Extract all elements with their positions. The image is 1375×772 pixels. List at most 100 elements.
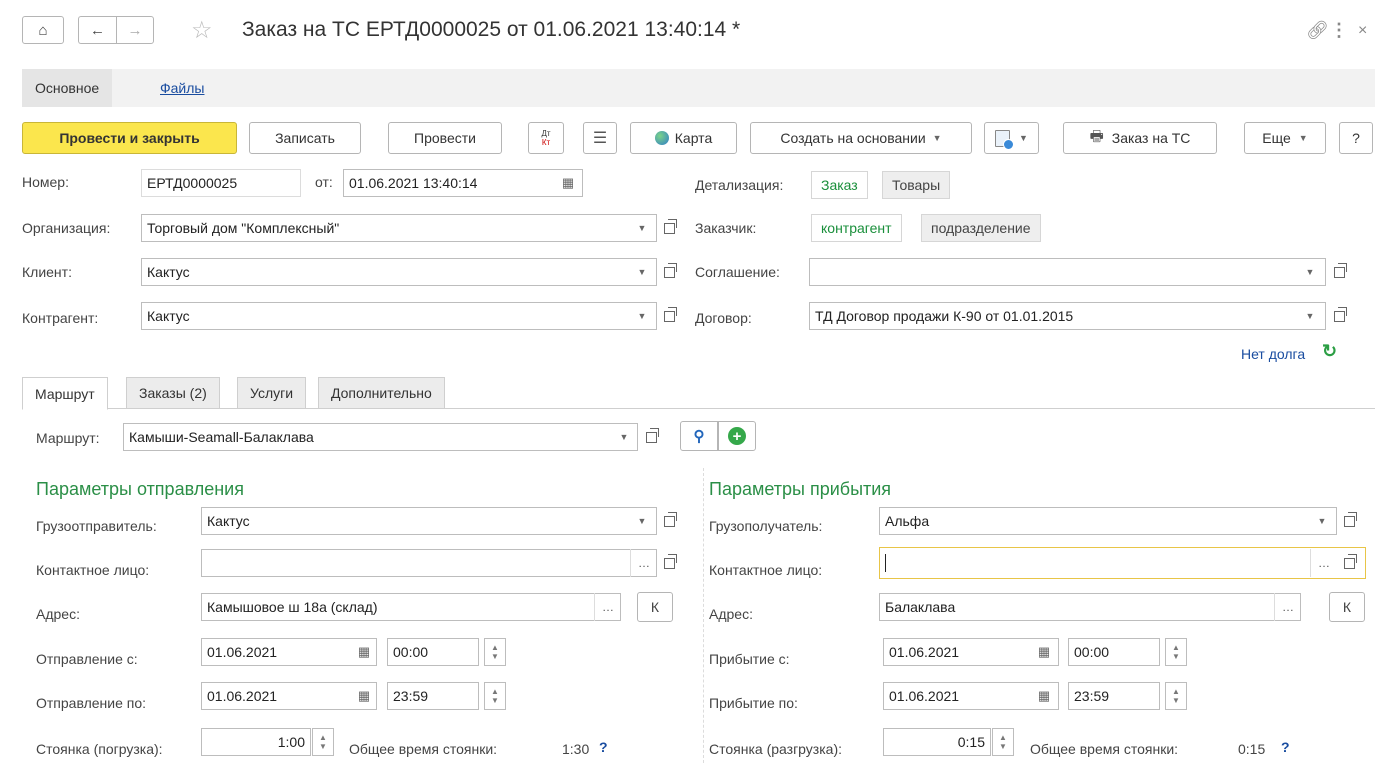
departure-from-time-spinner[interactable]: ▲ ▼ bbox=[484, 638, 506, 666]
departure-contact-open-icon[interactable] bbox=[657, 549, 681, 577]
loading-stop-spinner[interactable]: ▲ ▼ bbox=[312, 728, 334, 756]
departure-from-time-field[interactable]: 00:00 bbox=[387, 638, 479, 666]
shipper-field[interactable]: Кактус bbox=[201, 507, 657, 535]
calendar-icon[interactable]: ▦ bbox=[353, 682, 375, 710]
arrow-right-icon: → bbox=[127, 21, 143, 39]
link-icon[interactable]: 🔗︎ bbox=[1306, 20, 1329, 41]
organization-label: Организация: bbox=[22, 220, 111, 236]
consignee-open-icon[interactable] bbox=[1337, 507, 1361, 535]
route-add-button[interactable]: + bbox=[718, 421, 756, 451]
shipper-dropdown-icon[interactable]: ▼ bbox=[630, 507, 654, 535]
route-dropdown-icon[interactable]: ▼ bbox=[612, 423, 636, 451]
help-button[interactable]: ? bbox=[1339, 122, 1373, 154]
dtkt-button[interactable]: Дт Кт bbox=[528, 122, 564, 154]
tab-main[interactable]: Основное bbox=[22, 69, 113, 107]
post-and-close-button[interactable]: Провести и закрыть bbox=[22, 122, 237, 154]
consignee-dropdown-icon[interactable]: ▼ bbox=[1310, 507, 1334, 535]
customer-option-counterparty[interactable]: контрагент bbox=[811, 214, 902, 242]
print-order-ts-label: Заказ на ТС bbox=[1111, 130, 1191, 146]
date-field[interactable]: 01.06.2021 13:40:14 bbox=[343, 169, 583, 197]
refresh-icon[interactable]: ↻ bbox=[1322, 341, 1337, 362]
form-tabs-underline bbox=[22, 408, 1375, 409]
departure-address-field[interactable]: Камышовое ш 18а (склад) bbox=[201, 593, 621, 621]
tab-services[interactable]: Услуги bbox=[237, 377, 307, 409]
number-field[interactable]: ЕРТД0000025 bbox=[141, 169, 301, 197]
calendar-icon[interactable]: ▦ bbox=[1033, 682, 1055, 710]
organization-dropdown-icon[interactable]: ▼ bbox=[630, 214, 654, 242]
route-field[interactable]: Камыши-Seamall-Балаклава bbox=[123, 423, 638, 451]
departure-contact-field[interactable] bbox=[201, 549, 657, 577]
more-vertical-icon[interactable]: ⋮ bbox=[1330, 20, 1348, 41]
tab-orders[interactable]: Заказы (2) bbox=[126, 377, 220, 409]
write-button[interactable]: Записать bbox=[249, 122, 361, 154]
departure-to-date-field[interactable]: 01.06.2021 bbox=[201, 682, 377, 710]
debt-status-link[interactable]: Нет долга bbox=[1241, 346, 1305, 362]
departure-address-select-icon[interactable]: … bbox=[594, 593, 621, 621]
unloading-stop-spinner[interactable]: ▲ ▼ bbox=[992, 728, 1014, 756]
map-button[interactable]: Карта bbox=[630, 122, 737, 154]
home-button[interactable]: ⌂ bbox=[22, 16, 64, 44]
client-open-icon[interactable] bbox=[657, 258, 681, 286]
customer-option-department[interactable]: подразделение bbox=[921, 214, 1041, 242]
arrival-to-time-spinner[interactable]: ▲ ▼ bbox=[1165, 682, 1187, 710]
departure-from-date-field[interactable]: 01.06.2021 bbox=[201, 638, 377, 666]
arrival-section-title: Параметры прибытия bbox=[709, 479, 892, 499]
arrival-to-time-field[interactable]: 23:59 bbox=[1068, 682, 1160, 710]
calendar-icon[interactable]: ▦ bbox=[353, 638, 375, 666]
departure-contact-select-icon[interactable]: … bbox=[630, 549, 657, 577]
calendar-icon[interactable]: ▦ bbox=[557, 169, 579, 197]
arrival-from-time-field[interactable]: 00:00 bbox=[1068, 638, 1160, 666]
contract-dropdown-icon[interactable]: ▼ bbox=[1298, 302, 1322, 330]
back-button[interactable]: ← bbox=[78, 16, 116, 44]
forward-button[interactable]: → bbox=[116, 16, 154, 44]
departure-total-stop-help[interactable]: ? bbox=[599, 739, 608, 755]
shipper-open-icon[interactable] bbox=[657, 507, 681, 535]
reports-dropdown-button[interactable]: ▼ bbox=[984, 122, 1039, 154]
counterparty-field[interactable]: Кактус bbox=[141, 302, 657, 330]
favorite-star-icon[interactable]: ☆ bbox=[191, 16, 213, 45]
arrival-address-select-icon[interactable]: … bbox=[1274, 593, 1301, 621]
calendar-icon[interactable]: ▦ bbox=[1033, 638, 1055, 666]
customer-label: Заказчик: bbox=[695, 220, 757, 236]
organization-open-icon[interactable] bbox=[657, 214, 681, 242]
counterparty-dropdown-icon[interactable]: ▼ bbox=[630, 302, 654, 330]
print-order-ts-button[interactable]: 🖶︎ Заказ на ТС bbox=[1063, 122, 1217, 154]
counterparty-open-icon[interactable] bbox=[657, 302, 681, 330]
more-button[interactable]: Еще ▼ bbox=[1244, 122, 1326, 154]
arrival-contact-open-icon[interactable] bbox=[1337, 549, 1361, 577]
detail-option-order[interactable]: Заказ bbox=[811, 171, 868, 199]
loading-stop-field[interactable]: 1:00 bbox=[201, 728, 311, 756]
close-icon[interactable]: × bbox=[1358, 22, 1367, 40]
contract-field[interactable]: ТД Договор продажи К-90 от 01.01.2015 bbox=[809, 302, 1326, 330]
departure-to-time-spinner[interactable]: ▲ ▼ bbox=[484, 682, 506, 710]
route-search-button[interactable]: ⚲ bbox=[680, 421, 718, 451]
tab-files[interactable]: Файлы bbox=[160, 69, 204, 107]
arrival-from-time-spinner[interactable]: ▲ ▼ bbox=[1165, 638, 1187, 666]
tab-additional[interactable]: Дополнительно bbox=[318, 377, 445, 409]
agreement-open-icon[interactable] bbox=[1327, 258, 1351, 286]
arrival-contact-field[interactable] bbox=[879, 547, 1366, 579]
agreement-field[interactable] bbox=[809, 258, 1326, 286]
list-report-button[interactable]: ☰ bbox=[583, 122, 617, 154]
consignee-field[interactable]: Альфа bbox=[879, 507, 1337, 535]
arrival-address-field[interactable]: Балаклава bbox=[879, 593, 1301, 621]
departure-address-k-button[interactable]: К bbox=[637, 592, 673, 622]
client-field[interactable]: Кактус bbox=[141, 258, 657, 286]
contract-open-icon[interactable] bbox=[1327, 302, 1351, 330]
agreement-dropdown-icon[interactable]: ▼ bbox=[1298, 258, 1322, 286]
client-dropdown-icon[interactable]: ▼ bbox=[630, 258, 654, 286]
detail-option-goods[interactable]: Товары bbox=[882, 171, 951, 199]
post-button[interactable]: Провести bbox=[388, 122, 502, 154]
route-open-icon[interactable] bbox=[639, 423, 663, 451]
departure-to-time-field[interactable]: 23:59 bbox=[387, 682, 479, 710]
consignee-label: Грузополучатель: bbox=[709, 518, 823, 534]
unloading-stop-field[interactable]: 0:15 bbox=[883, 728, 991, 756]
tab-route[interactable]: Маршрут bbox=[22, 377, 108, 410]
organization-field[interactable]: Торговый дом "Комплексный" bbox=[141, 214, 657, 242]
departure-address-label: Адрес: bbox=[36, 606, 80, 622]
search-icon: ⚲ bbox=[693, 428, 705, 445]
arrival-address-k-button[interactable]: К bbox=[1329, 592, 1365, 622]
create-based-on-button[interactable]: Создать на основании ▼ bbox=[750, 122, 972, 154]
arrival-contact-select-icon[interactable]: … bbox=[1310, 549, 1337, 577]
arrival-total-stop-help[interactable]: ? bbox=[1281, 739, 1290, 755]
